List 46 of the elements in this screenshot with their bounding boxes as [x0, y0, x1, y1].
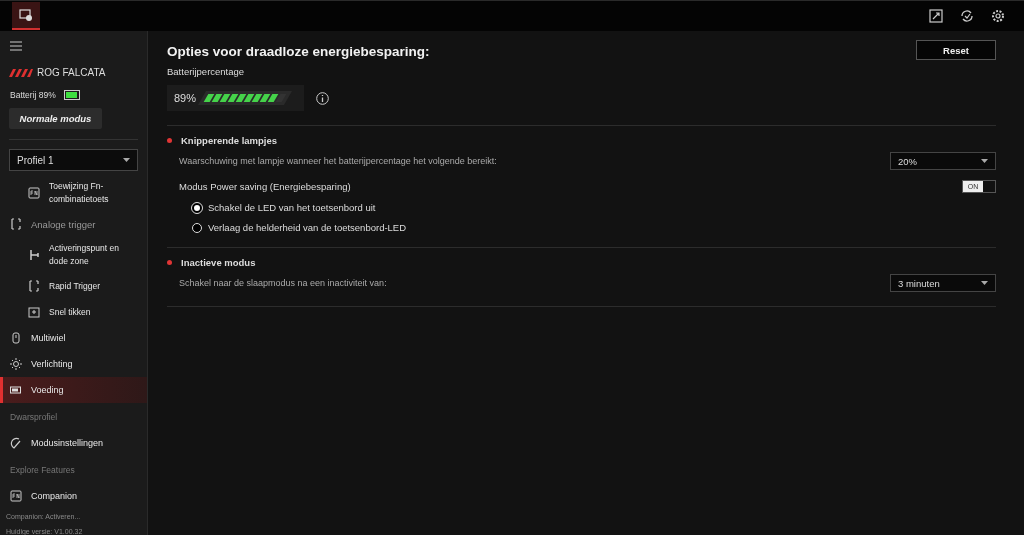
fn-icon: [10, 490, 22, 502]
sidebar-item[interactable]: Voeding: [0, 377, 147, 403]
rog-logo-icon: [9, 68, 33, 77]
sidebar-item[interactable]: Multiwiel: [0, 325, 147, 351]
keyboard-device-icon: [19, 8, 33, 22]
setting-description: Waarschuwing met lampje wanneer het batterijpercentage het volgende bereikt:: [179, 156, 497, 166]
caret-icon: [981, 159, 988, 163]
battery-reading: 89%: [174, 92, 197, 104]
radio-option[interactable]: Schakel de LED van het toetsenbord uit: [192, 202, 376, 213]
sidebar-item[interactable]: Snel tikken: [0, 299, 147, 325]
light-icon: [10, 358, 22, 370]
device-tab[interactable]: [12, 2, 40, 30]
profile-dropdown[interactable]: Profiel 1: [9, 149, 138, 171]
battery-icon: [10, 384, 22, 396]
sidebar-item[interactable]: Toewijzing Fn-combinatietoets: [0, 175, 147, 211]
menu-icon[interactable]: [10, 41, 22, 51]
sidebar-item[interactable]: Companion: [0, 483, 147, 509]
value-dropdown[interactable]: 20%: [890, 152, 996, 170]
section-title: Inactieve modus: [181, 257, 256, 268]
fn-icon: [28, 187, 40, 199]
sync-icon[interactable]: [960, 9, 974, 23]
wheel-icon: [10, 332, 22, 344]
battery-status: Batterij 89%: [10, 90, 56, 100]
caret-icon: [123, 158, 130, 162]
section-heading: Explore Features: [9, 464, 76, 477]
setting-description: Schakel naar de slaapmodus na een inactiviteit van:: [179, 278, 387, 288]
sidebar-item[interactable]: Analoge trigger: [0, 211, 147, 237]
info-icon[interactable]: [316, 91, 329, 105]
page-title: Opties voor draadloze energiebesparing:: [167, 44, 430, 59]
reset-button[interactable]: Reset: [916, 40, 996, 60]
section-title: Knipperende lampjes: [181, 135, 278, 146]
value-dropdown[interactable]: 3 minuten: [890, 274, 996, 292]
device-name: ROG FALCATA: [37, 67, 106, 78]
section-heading: Dwarsprofiel: [9, 411, 59, 424]
sidebar-item[interactable]: Verlichting: [0, 351, 147, 377]
sidebar-item[interactable]: Activeringspunt en dode zone: [0, 237, 147, 273]
sidebar-item[interactable]: Rapid Trigger: [0, 273, 147, 299]
setting-label: Modus Power saving (Energiebesparing): [179, 181, 351, 192]
radio-option[interactable]: Verlaag de helderheid van de toetsenbord-LED: [192, 222, 407, 233]
resize-icon[interactable]: [929, 9, 943, 23]
battery-label: Batterijpercentage: [167, 66, 246, 77]
mode-button[interactable]: Normale modus: [9, 108, 102, 129]
settings-icon[interactable]: [991, 9, 1005, 23]
caret-icon: [981, 281, 988, 285]
sidebar-item[interactable]: Modusinstellingen: [0, 430, 147, 456]
battery-icon: [65, 92, 78, 98]
